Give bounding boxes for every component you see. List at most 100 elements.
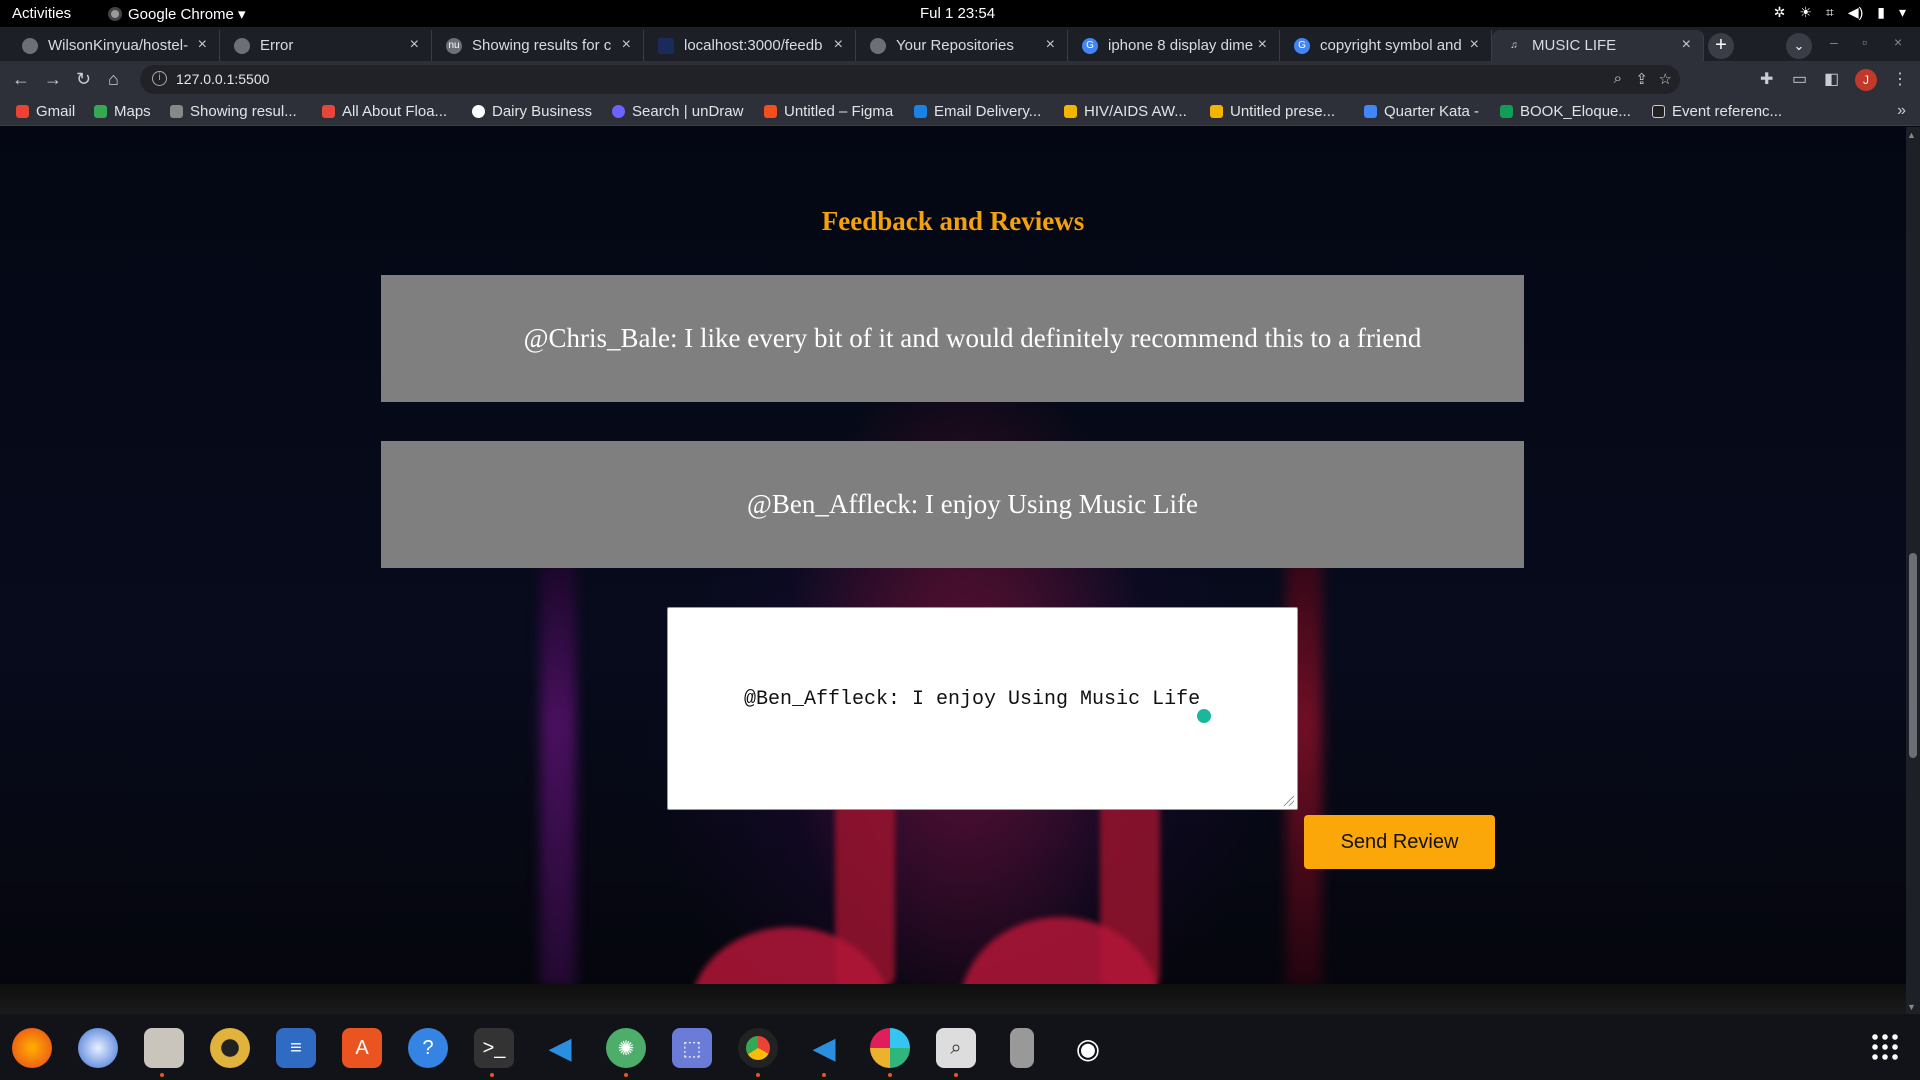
system-tray[interactable]: ✲ ☀ ⌗ ◀) ▮ ▾ [1774, 4, 1906, 21]
back-icon[interactable]: ← [12, 69, 30, 90]
minimize-icon[interactable]: – [1830, 34, 1838, 50]
textarea-value: @Ben_Affleck: I enjoy Using Music Life [744, 688, 1201, 711]
maps-icon [94, 105, 107, 118]
share-icon[interactable]: ⇪ [1635, 70, 1648, 88]
bookmark-dairy[interactable]: Dairy Business [472, 103, 592, 120]
bookmark-label: Showing resul... [190, 103, 297, 120]
close-icon[interactable]: × [622, 36, 631, 54]
bookmark-label: HIV/AIDS AW... [1084, 103, 1187, 120]
bookmark-maps[interactable]: Maps [94, 103, 151, 120]
tab-label: localhost:3000/feedb [684, 37, 823, 54]
running-indicator [888, 1073, 892, 1077]
bookmark-event-reference[interactable]: Event referenc... [1652, 103, 1782, 120]
address-bar[interactable]: i 127.0.0.1:5500 ⌕ ⇪ ☆ [140, 65, 1680, 94]
close-icon[interactable]: × [1470, 36, 1479, 54]
scroll-down-arrow[interactable]: ▼ [1907, 1002, 1916, 1012]
zoom-icon[interactable]: ⌕ [1614, 70, 1622, 87]
extensions-icon[interactable]: ✚ [1760, 69, 1773, 89]
close-icon[interactable]: × [1046, 36, 1055, 54]
chrome-icon[interactable] [738, 1028, 778, 1068]
rhythmbox-icon[interactable] [210, 1028, 250, 1068]
bookmark-all-about[interactable]: All About Floa... [322, 103, 447, 120]
tab-5[interactable]: Your Repositories × [856, 30, 1068, 61]
bookmark-untitled-presentation[interactable]: Untitled prese... [1210, 103, 1335, 120]
bookmark-undraw[interactable]: Search | unDraw [612, 103, 743, 120]
bookmark-gmail[interactable]: Gmail [16, 103, 75, 120]
running-indicator [160, 1073, 164, 1077]
close-icon[interactable]: × [1258, 36, 1267, 54]
bookmark-label: Untitled prese... [1230, 103, 1336, 120]
close-icon[interactable]: × [1682, 36, 1691, 54]
bookmark-book[interactable]: BOOK_Eloque... [1500, 103, 1631, 120]
close-icon[interactable]: × [834, 36, 843, 54]
firefox-icon[interactable] [12, 1028, 52, 1068]
bookmark-label: BOOK_Eloque... [1520, 103, 1631, 120]
vscode-icon[interactable]: ◀ [804, 1028, 844, 1068]
activities-button[interactable]: Activities [12, 5, 71, 22]
cast-icon[interactable]: ▭ [1792, 69, 1807, 89]
bookmark-quarter-kata[interactable]: Quarter Kata - [1364, 103, 1479, 120]
home-icon[interactable]: ⌂ [108, 69, 119, 90]
tab-7[interactable]: Gcopyright symbol and × [1280, 30, 1492, 61]
bookmark-showing-results[interactable]: Showing resul... [170, 103, 297, 120]
tab-3[interactable]: nu Showing results for c × [432, 30, 644, 61]
atom-icon[interactable]: ✺ [606, 1028, 646, 1068]
new-tab-button[interactable]: + [1708, 33, 1734, 59]
window-close-icon[interactable]: × [1894, 34, 1902, 50]
reload-icon[interactable]: ↻ [76, 69, 91, 90]
bookmark-figma[interactable]: Untitled – Figma [764, 103, 893, 120]
tab-1[interactable]: WilsonKinyua/hostel- × [8, 30, 220, 61]
running-indicator [490, 1073, 494, 1077]
close-icon[interactable]: × [198, 36, 207, 54]
slack-icon[interactable] [870, 1028, 910, 1068]
nu-icon [170, 105, 183, 118]
m-icon [1652, 105, 1665, 118]
tab-4[interactable]: localhost:3000/feedb × [644, 30, 856, 61]
tab-2[interactable]: Error × [220, 30, 432, 61]
chevron-down-icon: ▾ [1898, 4, 1906, 20]
software-icon[interactable]: A [342, 1028, 382, 1068]
tab-label: iphone 8 display dime [1108, 37, 1254, 54]
close-icon[interactable]: × [410, 36, 419, 54]
device-icon[interactable] [1010, 1028, 1034, 1068]
running-indicator [822, 1073, 826, 1077]
scrollbar-thumb[interactable] [1909, 553, 1917, 758]
bookmark-label: Dairy Business [492, 103, 593, 120]
files-icon[interactable] [144, 1028, 184, 1068]
terminal-icon[interactable]: >_ [474, 1028, 514, 1068]
address-url[interactable]: 127.0.0.1:5500 [176, 71, 269, 87]
side-panel-icon[interactable]: ◧ [1824, 69, 1839, 89]
bookmark-email-delivery[interactable]: Email Delivery... [914, 103, 1041, 120]
vscode-icon[interactable]: ◀ [540, 1028, 580, 1068]
chrome-icon [234, 37, 250, 54]
send-review-button[interactable]: Send Review [1304, 815, 1495, 869]
help-icon[interactable]: ? [408, 1028, 448, 1068]
profile-avatar[interactable]: J [1855, 69, 1877, 91]
tab-music-life[interactable]: ♫ MUSIC LIFE × [1492, 30, 1704, 61]
menu-kebab-icon[interactable]: ⋮ [1892, 69, 1908, 89]
bookmark-hiv[interactable]: HIV/AIDS AW... [1064, 103, 1187, 120]
info-icon[interactable]: i [152, 71, 167, 86]
show-apps-grid-icon[interactable] [1870, 1032, 1900, 1062]
screenshot-icon[interactable]: ⬚ [672, 1028, 712, 1068]
github-icon [22, 37, 38, 54]
bookmark-star-icon[interactable]: ☆ [1659, 70, 1672, 88]
tab-search-button[interactable]: ⌄ [1786, 33, 1812, 59]
network-icon: ✲ [1773, 4, 1786, 20]
forward-icon[interactable]: → [44, 69, 62, 90]
clock[interactable]: Ful 1 23:54 [920, 5, 995, 22]
more-bookmarks-icon[interactable]: » [1897, 102, 1906, 120]
scroll-up-arrow[interactable]: ▲ [1907, 130, 1916, 140]
browser-toolbar: ← → ↻ ⌂ i 127.0.0.1:5500 ⌕ ⇪ ☆ ✚ ▭ ◧ J ⋮ [0, 61, 1920, 98]
sendgrid-icon [914, 105, 927, 118]
bookmark-label: All About Floa... [342, 103, 448, 120]
maximize-icon[interactable]: ▫ [1862, 34, 1867, 50]
app-menu[interactable]: Google Chrome ▾ [108, 5, 246, 23]
app-menu-label: Google Chrome ▾ [128, 6, 246, 23]
thunderbird-icon[interactable] [78, 1028, 118, 1068]
resize-handle[interactable] [1284, 796, 1294, 806]
writer-icon[interactable]: ≡ [276, 1028, 316, 1068]
camera-icon[interactable]: ◉ [1068, 1028, 1108, 1068]
tab-6[interactable]: Giphone 8 display dime × [1068, 30, 1280, 61]
image-viewer-icon[interactable]: ⌕ [936, 1028, 976, 1068]
